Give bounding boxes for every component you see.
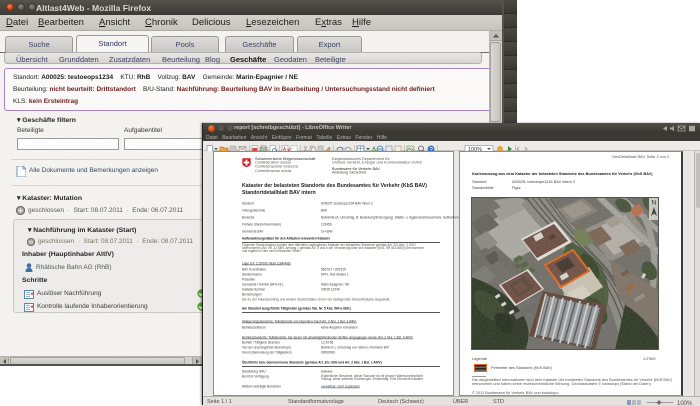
svg-text:N: N: [652, 200, 657, 207]
